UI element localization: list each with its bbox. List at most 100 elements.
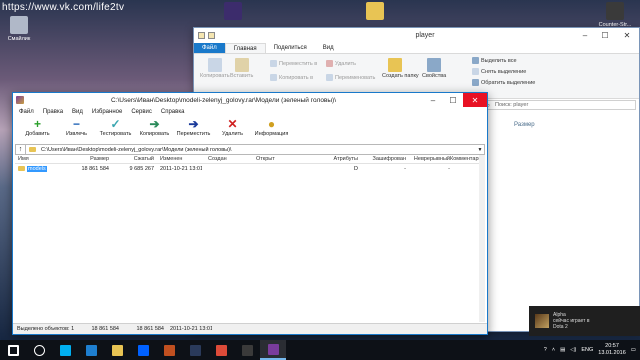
quick-access-icon[interactable] <box>208 32 215 39</box>
delete-button[interactable]: ✕ Удалить <box>216 117 249 137</box>
menu-item[interactable]: Сервис <box>131 109 152 115</box>
tab-file[interactable]: Файл <box>194 43 225 53</box>
status-bar: Выделено объектов: 1 18 861 584 18 861 5… <box>13 323 487 334</box>
winrar-window[interactable]: C:\Users\Иван\Desktop\modeli-zelenyj_gol… <box>12 92 488 335</box>
taskbar-search-button[interactable] <box>26 340 52 360</box>
clock[interactable]: 20:57 13.01.2016 <box>598 343 626 357</box>
column-name[interactable]: Имя <box>15 156 75 162</box>
maximize-button[interactable]: ☐ <box>595 28 615 43</box>
desktop-icon-folder-top[interactable] <box>358 2 392 22</box>
winrar-titlebar[interactable]: C:\Users\Иван\Desktop\modeli-zelenyj_gol… <box>13 93 487 107</box>
steam-icon <box>189 344 201 356</box>
ribbon-invert-selection-button[interactable]: Обратить выделение <box>472 79 535 86</box>
explorer-titlebar[interactable]: player – ☐ ✕ <box>194 28 639 43</box>
volume-icon[interactable]: ◁) <box>570 347 576 353</box>
help-icon[interactable]: ? <box>544 347 547 353</box>
close-button[interactable]: ✕ <box>463 93 487 107</box>
delete-icon <box>326 60 333 67</box>
minimize-button[interactable]: – <box>423 93 443 107</box>
search-input[interactable]: ⌕ Поиск: player <box>484 100 636 110</box>
clock-time: 20:57 <box>605 343 619 349</box>
column-attributes[interactable]: Атрибуты <box>318 156 358 162</box>
column-modified[interactable]: Изменен <box>154 156 202 162</box>
add-button[interactable]: + Добавить <box>21 117 54 137</box>
copy-to-icon <box>270 74 277 81</box>
move-button[interactable]: ➔ Переместить <box>176 117 211 137</box>
explorer-tabs: Файл Главная Поделиться Вид <box>194 43 639 54</box>
column-size[interactable]: Размер <box>75 156 109 162</box>
taskbar-skype-button[interactable] <box>52 340 78 360</box>
taskbar-steam-button[interactable] <box>182 340 208 360</box>
taskbar-explorer-button[interactable] <box>104 340 130 360</box>
ribbon-properties-button[interactable]: Свойства <box>422 58 446 79</box>
ribbon-select-none-button[interactable]: Снять выделение <box>472 68 526 75</box>
taskbar-ie-button[interactable] <box>78 340 104 360</box>
taskbar-obs-button[interactable] <box>234 340 260 360</box>
column-packed[interactable]: Сжатый <box>109 156 154 162</box>
ribbon-rename-button[interactable]: Переименовать <box>326 74 375 81</box>
column-created[interactable]: Создан <box>202 156 250 162</box>
column-integrity[interactable]: Неврерывный <box>406 156 450 162</box>
menu-item[interactable]: Справка <box>161 109 185 115</box>
column-encrypted[interactable]: Зашифрован <box>358 156 406 162</box>
chevron-down-icon[interactable]: ▼ <box>476 147 484 153</box>
menu-item[interactable]: Файл <box>19 109 34 115</box>
recycle-icon <box>10 16 28 34</box>
minimize-button[interactable]: – <box>575 28 595 43</box>
taskbar-start-button[interactable] <box>0 340 26 360</box>
copy-button[interactable]: ➔ Копировать <box>138 117 171 137</box>
tab-share[interactable]: Поделиться <box>266 43 315 53</box>
taskbar-winrar-button[interactable] <box>260 340 286 360</box>
maximize-button[interactable]: ☐ <box>443 93 463 107</box>
info-button[interactable]: ● Информация <box>255 117 289 137</box>
system-tray: ? ˄ ▤ ◁) ENG 20:57 13.01.2016 ▭ <box>544 343 640 357</box>
vertical-scrollbar[interactable] <box>479 155 485 322</box>
desktop-icon-counter-strike[interactable]: Counter-Str... <box>598 2 632 29</box>
path-field[interactable]: C:\Users\Иван\Desktop\modeli-zelenyj_gol… <box>38 147 476 153</box>
file-list-header: Имя Размер Сжатый Изменен Создан Открыт … <box>15 155 485 164</box>
notifications-icon[interactable]: ▭ <box>631 347 636 353</box>
menu-item[interactable]: Избранное <box>92 109 122 115</box>
file-integrity: - <box>448 165 450 172</box>
file-name[interactable]: models <box>27 165 47 172</box>
ribbon-move-to-button[interactable]: Переместить в <box>270 60 317 67</box>
ribbon-paste-button[interactable]: Вставить <box>230 58 253 79</box>
desktop-icon-player[interactable] <box>216 2 250 22</box>
quick-access-icon[interactable] <box>198 32 205 39</box>
ribbon-delete-button[interactable]: Удалить <box>326 60 356 67</box>
file-attributes: D <box>354 165 358 172</box>
table-row[interactable]: models 18 861 584 9 685 267 2011-10-21 1… <box>15 164 485 173</box>
column-header-size[interactable]: Размер <box>484 122 636 128</box>
close-button[interactable]: ✕ <box>615 28 639 43</box>
network-icon[interactable]: ▤ <box>560 347 565 353</box>
ribbon-select-all-button[interactable]: Выделить все <box>472 57 517 64</box>
folder-up-icon[interactable]: ↑ <box>16 145 26 154</box>
notification-toast[interactable]: Alpha сейчас играет в Dota 2 <box>529 306 640 336</box>
menu-item[interactable]: Правка <box>43 109 63 115</box>
ribbon-copy-button[interactable]: Копировать <box>200 58 230 79</box>
extract-button[interactable]: − Извлечь <box>60 117 93 137</box>
chevron-up-icon[interactable]: ˄ <box>552 347 555 353</box>
extract-icon: − <box>72 117 80 131</box>
path-bar: ↑ C:\Users\Иван\Desktop\modeli-zelenyj_g… <box>15 144 485 155</box>
explorer-title: player <box>415 32 435 39</box>
tab-home[interactable]: Главная <box>224 43 266 53</box>
language-indicator[interactable]: ENG <box>581 347 593 353</box>
taskbar-store-button[interactable] <box>156 340 182 360</box>
ribbon-new-folder-button[interactable]: Создать папку <box>382 58 419 79</box>
copy-icon <box>207 58 222 72</box>
tab-view[interactable]: Вид <box>315 43 342 53</box>
desktop-icon-recycle[interactable]: Смайлик <box>2 16 36 43</box>
test-button[interactable]: ✓ Тестировать <box>99 117 132 137</box>
move-label: Переместить <box>176 131 211 137</box>
status-modified: 2011-10-21 13:01 <box>170 326 212 332</box>
menu-item[interactable]: Вид <box>72 109 83 115</box>
taskbar-dropbox-button[interactable] <box>130 340 156 360</box>
taskbar-chrome-button[interactable] <box>208 340 234 360</box>
ribbon-copy-to-button[interactable]: Копировать в <box>270 74 313 81</box>
archive-icon <box>29 147 36 152</box>
column-accessed[interactable]: Открыт <box>250 156 318 162</box>
test-icon: ✓ <box>110 117 121 131</box>
store-icon <box>163 344 175 356</box>
paste-icon <box>234 58 249 72</box>
